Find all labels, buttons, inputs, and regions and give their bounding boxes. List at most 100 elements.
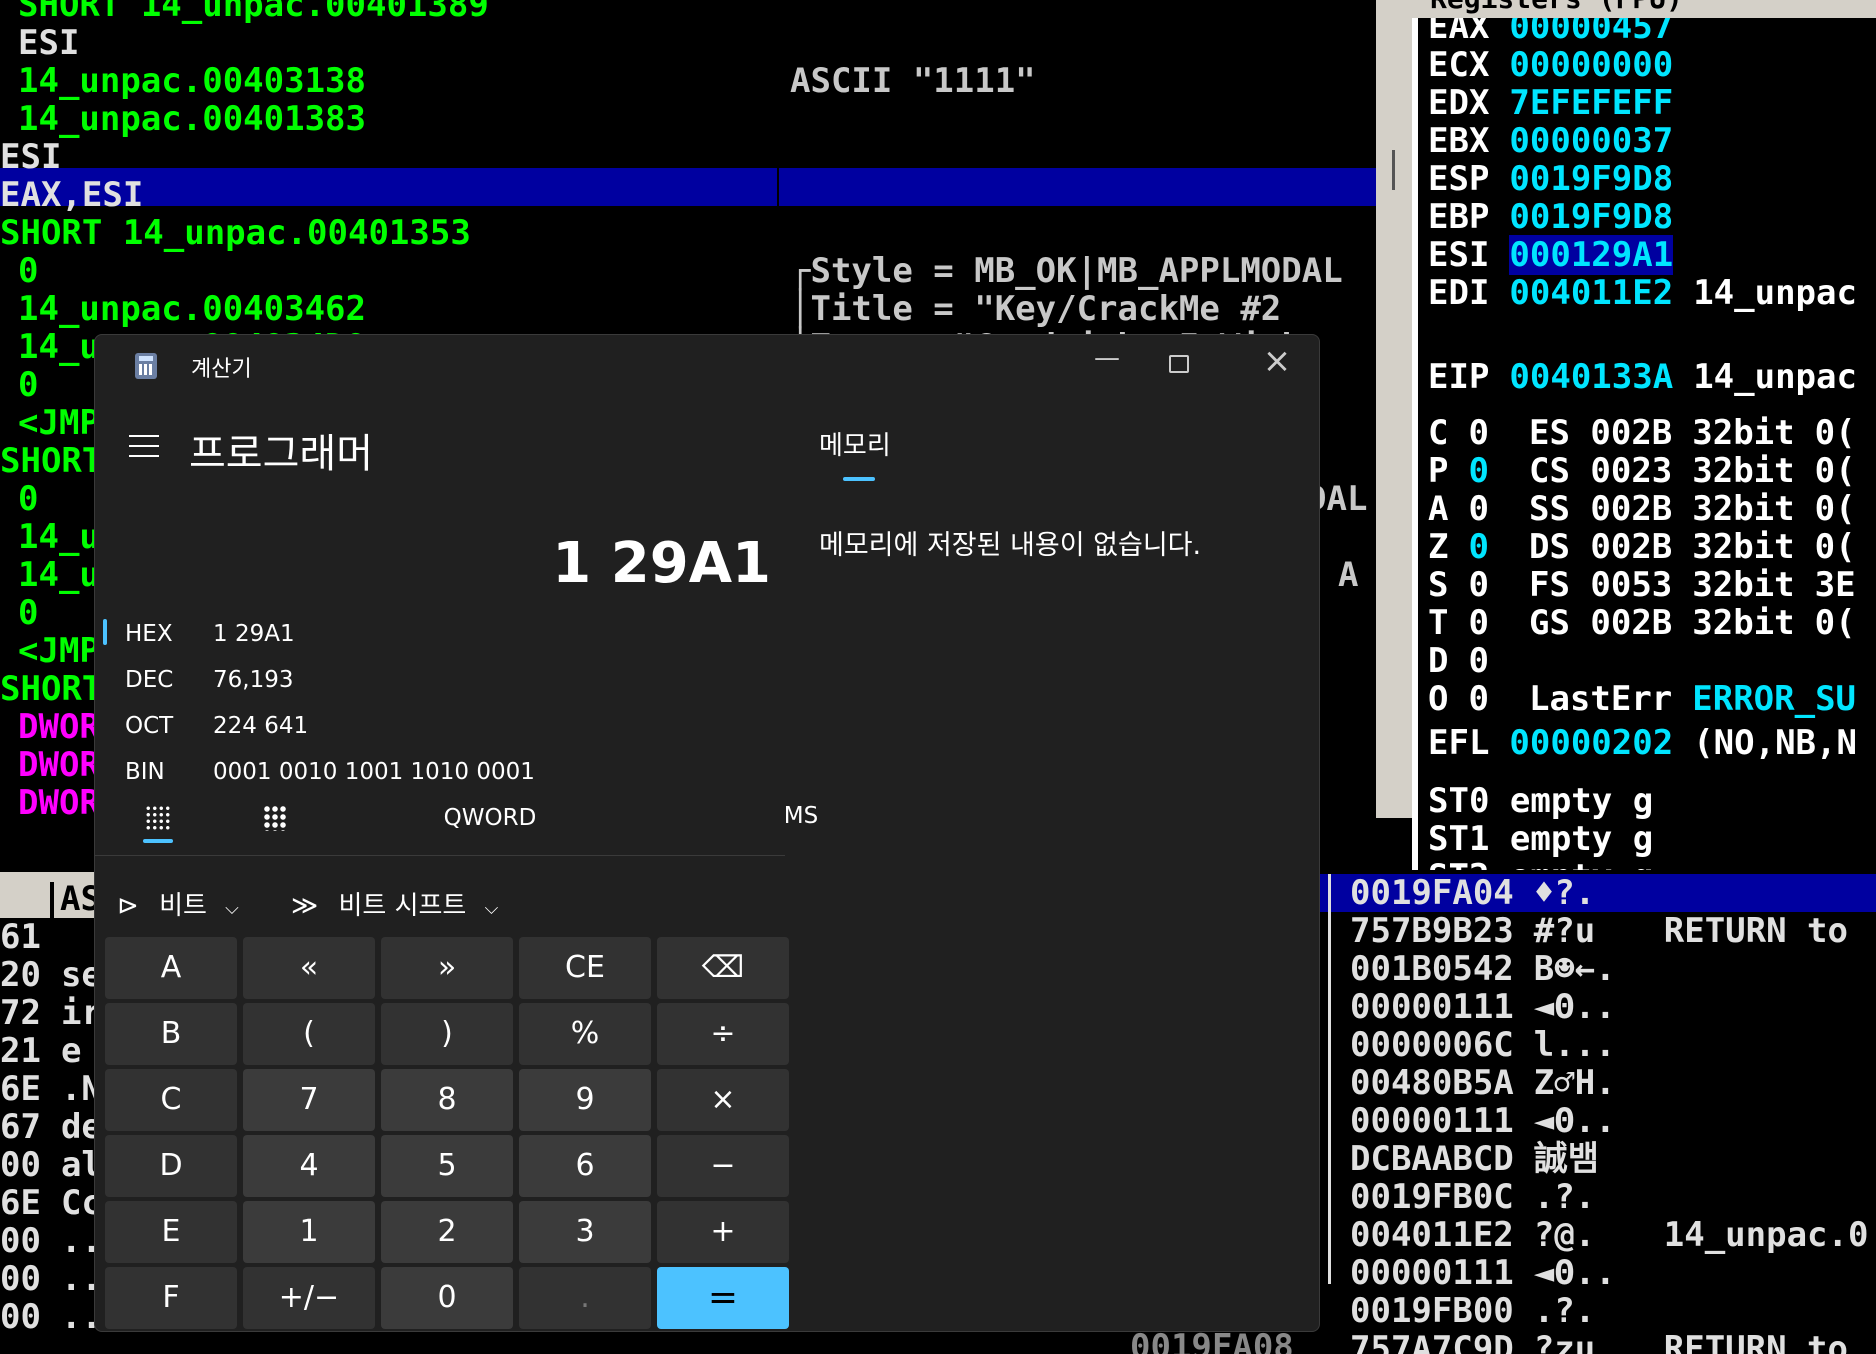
code-line[interactable]: 14_unpac.00403138 xyxy=(18,62,366,100)
dump-row[interactable]: 61 xyxy=(0,918,61,956)
radix-label-hex[interactable]: HEX xyxy=(125,621,173,647)
dump-address-header[interactable] xyxy=(0,882,50,918)
register-value[interactable]: 00000037 xyxy=(1509,121,1673,161)
register-row[interactable]: EBP 0019F9D8 xyxy=(1428,198,1693,236)
code-line[interactable]: 0 xyxy=(18,480,38,518)
dump-row[interactable]: 67 de xyxy=(0,1108,102,1146)
register-value[interactable]: 7EFEFEFF xyxy=(1509,83,1673,123)
register-row[interactable]: EDI 004011E2 14_unpac xyxy=(1428,274,1857,312)
flag-bit[interactable]: 0 xyxy=(1468,413,1488,453)
radix-label-bin[interactable]: BIN xyxy=(125,759,165,785)
register-value[interactable]: 0019F9D8 xyxy=(1509,197,1673,237)
bitshift-dropdown[interactable]: ≫ 비트 시프트 ⌵ xyxy=(291,885,498,922)
flag-bit[interactable]: 0 xyxy=(1468,451,1488,491)
code-line[interactable]: 14_unpac.00401383 xyxy=(18,100,366,138)
code-line[interactable]: ESI xyxy=(0,138,61,176)
stack-row[interactable]: 001B0542 B☻←. xyxy=(1350,950,1664,988)
register-value[interactable]: 00000457 xyxy=(1509,18,1673,47)
hex-c-button[interactable]: C xyxy=(105,1069,237,1131)
close-paren-button[interactable]: ) xyxy=(381,1003,513,1065)
hex-d-button[interactable]: D xyxy=(105,1135,237,1197)
flag-row[interactable]: S 0 FS 0053 32bit 3E xyxy=(1428,566,1856,604)
rotate-left-button[interactable]: « xyxy=(243,937,375,999)
radix-label-dec[interactable]: DEC xyxy=(125,667,173,693)
register-row[interactable]: ESP 0019F9D8 xyxy=(1428,160,1693,198)
register-value[interactable]: 00000202 xyxy=(1509,723,1673,763)
dump-row[interactable]: 6E .N xyxy=(0,1070,102,1108)
register-value[interactable]: 000129A1 xyxy=(1509,235,1674,275)
stack-row[interactable]: 0019FB0C.?. xyxy=(1350,1178,1664,1216)
bitwise-dropdown[interactable]: ⊳ 비트 ⌵ xyxy=(117,885,239,922)
hamburger-menu-icon[interactable] xyxy=(129,435,159,459)
dump-row[interactable]: 00 al xyxy=(0,1146,102,1184)
fpu-register[interactable]: ST2 empty g xyxy=(1428,858,1653,870)
code-line[interactable]: 14_u xyxy=(18,518,100,556)
dump-row[interactable]: 21 e xyxy=(0,1032,81,1070)
flag-row[interactable]: A 0 SS 002B 32bit 0( xyxy=(1428,490,1856,528)
hex-a-button[interactable]: A xyxy=(105,937,237,999)
digit-8-button[interactable]: 8 xyxy=(381,1069,513,1131)
equals-button[interactable]: = xyxy=(657,1267,789,1329)
code-line[interactable]: <JMP xyxy=(18,632,100,670)
hex-e-button[interactable]: E xyxy=(105,1201,237,1263)
open-paren-button[interactable]: ( xyxy=(243,1003,375,1065)
code-line[interactable]: SHORT xyxy=(0,670,102,708)
hex-b-button[interactable]: B xyxy=(105,1003,237,1065)
stack-row[interactable]: 004011E2 ?@. 14_unpac.0 xyxy=(1350,1216,1868,1254)
digit-6-button[interactable]: 6 xyxy=(519,1135,651,1197)
rotate-right-button[interactable]: » xyxy=(381,937,513,999)
flag-row[interactable]: Z 0 DS 002B 32bit 0( xyxy=(1428,528,1856,566)
register-value[interactable]: 0040133A xyxy=(1509,357,1673,397)
fpu-register[interactable]: ST0 empty g xyxy=(1428,782,1653,820)
code-line[interactable]: 0 xyxy=(18,594,38,632)
scrollbar-thumb[interactable] xyxy=(1392,150,1395,190)
flag-row[interactable]: D0 xyxy=(1428,642,1569,680)
multiply-button[interactable]: × xyxy=(657,1069,789,1131)
code-line[interactable]: SHORT 14_unpac.00401353 xyxy=(0,214,471,252)
digit-3-button[interactable]: 3 xyxy=(519,1201,651,1263)
stack-row[interactable]: 757B9B23 #?u RETURN to xyxy=(1350,912,1848,950)
digit-2-button[interactable]: 2 xyxy=(381,1201,513,1263)
code-line[interactable]: DWOR xyxy=(18,708,100,746)
stack-row[interactable]: 0000006C l... xyxy=(1350,1026,1664,1064)
clear-entry-button[interactable]: CE xyxy=(519,937,651,999)
register-row[interactable]: EAX 00000457 xyxy=(1428,18,1693,46)
code-line[interactable]: 0 xyxy=(18,366,38,404)
code-line[interactable]: SHORT xyxy=(0,442,102,480)
flag-bit[interactable]: 0 xyxy=(1468,641,1488,681)
register-value[interactable]: 00000000 xyxy=(1509,45,1673,85)
memory-store-button[interactable]: MS xyxy=(771,803,831,829)
code-line[interactable]: 14_u xyxy=(18,556,100,594)
radix-label-oct[interactable]: OCT xyxy=(125,713,173,739)
flag-row[interactable]: C 0 ES 002B 32bit 0( xyxy=(1428,414,1856,452)
digit-4-button[interactable]: 4 xyxy=(243,1135,375,1197)
code-line[interactable]: EAX,ESI xyxy=(0,176,143,214)
code-line[interactable]: DWOR xyxy=(18,746,100,784)
register-row[interactable]: EFL 00000202 (NO,NB,N xyxy=(1428,724,1857,762)
bit-toggle-keypad-icon[interactable] xyxy=(263,805,287,831)
code-line[interactable]: DWOR xyxy=(18,784,100,818)
flag-row[interactable]: O 0 LastErr ERROR_SU xyxy=(1428,680,1876,718)
stack-row[interactable]: DCBAABCD 誠뱀 xyxy=(1350,1140,1664,1178)
code-line[interactable]: 14_unpac.00403462 xyxy=(18,290,366,328)
flag-bit[interactable]: 0 xyxy=(1468,527,1488,567)
maximize-button[interactable] xyxy=(1169,355,1189,373)
register-value[interactable]: 0019F9D8 xyxy=(1509,159,1673,199)
register-row[interactable]: EBX 00000037 xyxy=(1428,122,1693,160)
register-row[interactable]: ECX 00000000 xyxy=(1428,46,1693,84)
dump-row[interactable]: 00.. xyxy=(0,1260,102,1298)
dump-row[interactable]: 00.. xyxy=(0,1298,102,1336)
keypad-icon[interactable] xyxy=(145,805,171,831)
register-row[interactable]: EDX 7EFEFEFF xyxy=(1428,84,1693,122)
stack-row[interactable]: 00480B5A Z♂H. xyxy=(1350,1064,1664,1102)
stack-pane[interactable]: 0019FA04 ♦?. 757B9B23 #?u RETURN to 001B0542 B… xyxy=(1320,870,1876,1354)
flag-bit[interactable]: 0 xyxy=(1468,603,1488,643)
stack-row[interactable]: 00000111 ◄Θ.. xyxy=(1350,988,1664,1026)
negate-button[interactable]: +/− xyxy=(243,1267,375,1329)
code-line[interactable]: 0 xyxy=(18,252,38,290)
disassembly-scrollbar[interactable] xyxy=(1376,0,1412,818)
flag-bit[interactable]: 0 xyxy=(1468,565,1488,605)
fpu-register[interactable]: ST1 empty g xyxy=(1428,820,1653,858)
stack-row[interactable]: 00000111 ◄Θ.. xyxy=(1350,1102,1664,1140)
dump-row[interactable]: 00.. xyxy=(0,1222,102,1260)
